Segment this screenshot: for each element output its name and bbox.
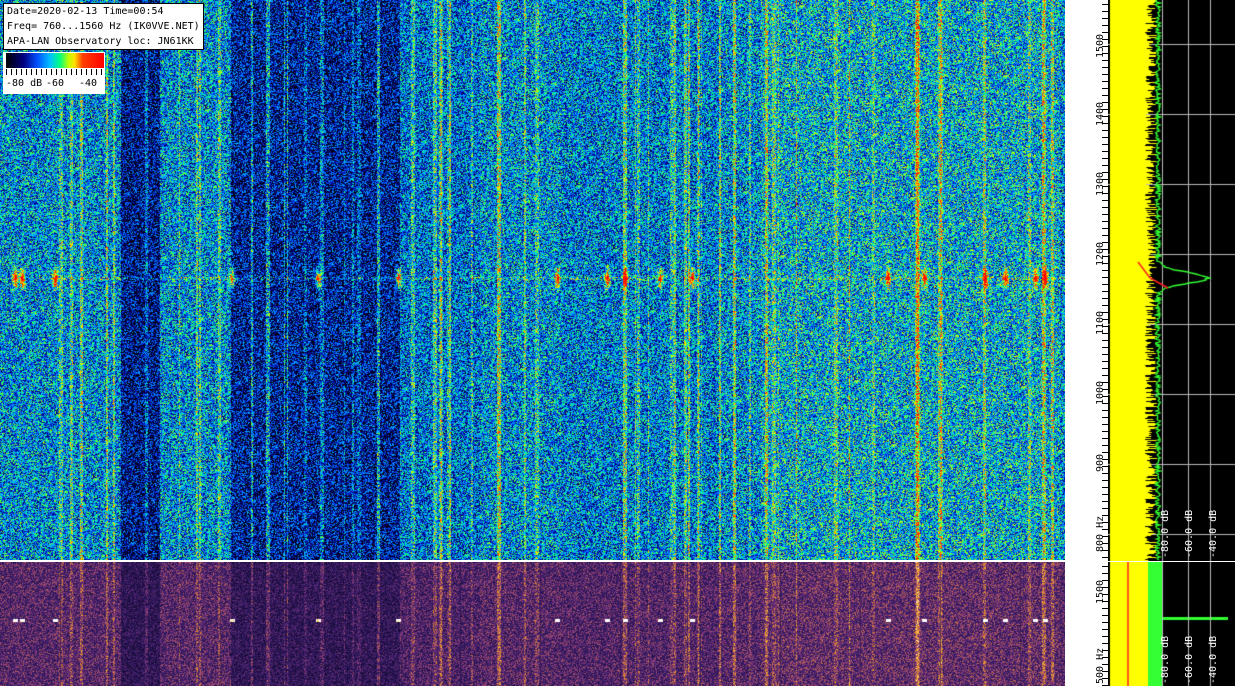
color-scale-gradient [6,53,104,68]
date-time-text: Date=2020-02-13 Time=00:54 [7,6,164,17]
panel-divider [0,560,1235,562]
main-waterfall [0,0,1065,561]
freq-label-1000: 1000 [1095,380,1106,405]
color-scale-legend: -80 dB -60 -40 [3,52,105,94]
color-scale-ticks [6,69,104,75]
freq-label-1300: 1300 [1095,171,1106,196]
spectrum-plot-main [1108,0,1235,561]
spectrum-db-label-high: -40.0 dB [1208,509,1219,558]
color-scale-label-low: -80 dB [6,78,43,89]
freq-label-bottom-500: 500 Hz [1095,647,1106,684]
spectrum-bottom-db-label-low: -80.0 dB [1160,635,1171,684]
freq-label-900: 900 [1095,453,1106,472]
wideband-waterfall [0,562,1065,686]
freq-label-1100: 1100 [1095,310,1106,335]
frequency-scale-main [1065,0,1108,561]
freq-label-800: 800 Hz [1095,515,1106,552]
freq-label-bottom-1500: 1500 [1095,579,1106,604]
spectrum-bottom-db-label-mid: -60.0 dB [1184,635,1195,684]
info-box: Date=2020-02-13 Time=00:54 Freq= 760...1… [3,3,204,50]
color-scale-label-mid: -60 [46,78,65,89]
freq-label-1400: 1400 [1095,101,1106,126]
spectrum-bottom-db-label-high: -40.0 dB [1208,635,1219,684]
observatory-text: APA-LAN Observatory loc: JN61KK [7,36,194,47]
spectrum-db-label-mid: -60.0 dB [1184,509,1195,558]
freq-label-1200: 1200 [1095,241,1106,266]
color-scale-label-high: -40 [79,78,98,89]
frequency-range-text: Freq= 760...1560 Hz (IK0VVE.NET) [7,21,200,32]
spectrum-db-label-low: -80.0 dB [1160,509,1171,558]
freq-label-1500: 1500 [1095,33,1106,58]
